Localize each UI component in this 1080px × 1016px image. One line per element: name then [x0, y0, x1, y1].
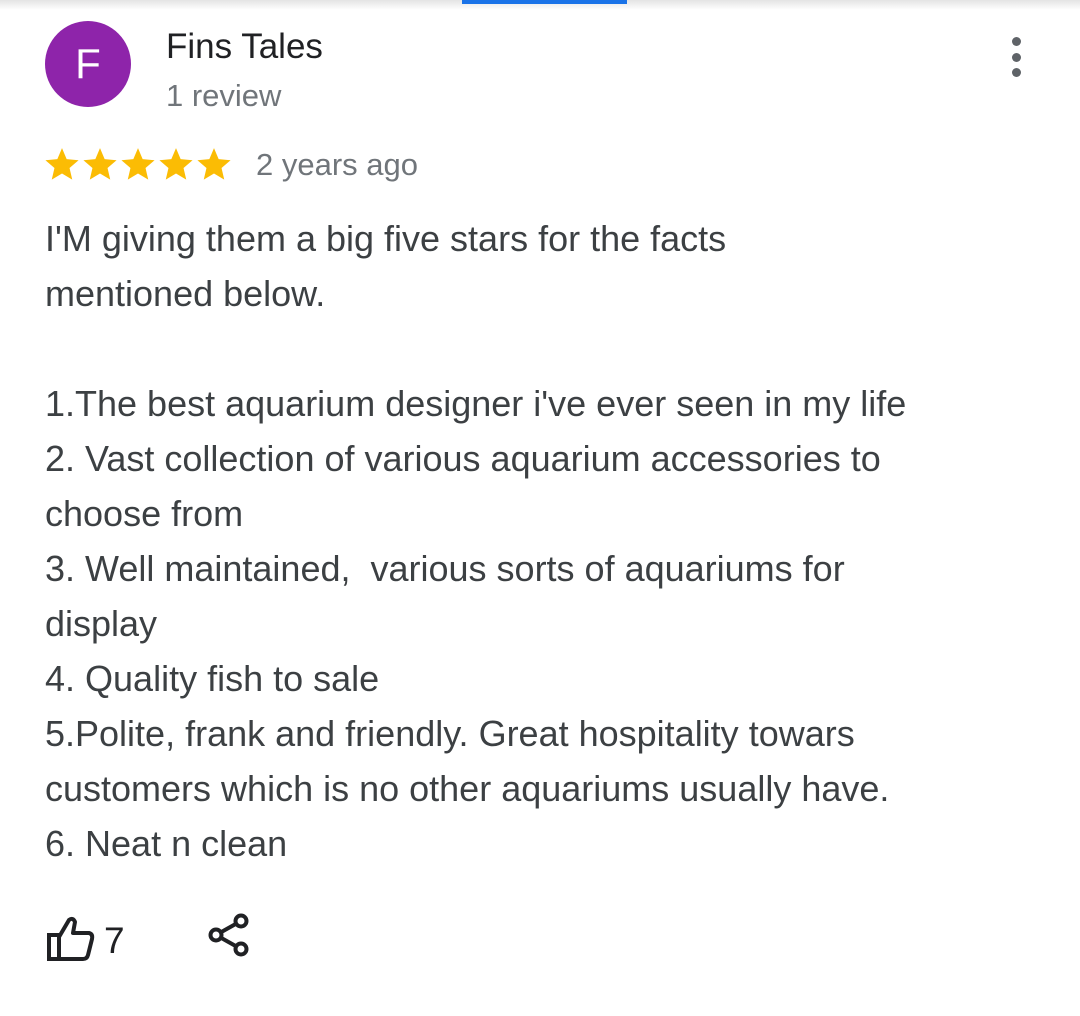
review-line: 6. Neat n clean [45, 823, 288, 864]
more-vert-icon-dot [1011, 68, 1021, 77]
avatar-letter: F [75, 40, 101, 87]
more-vert-icon-dot [1011, 52, 1021, 62]
review-blank-line [45, 321, 1045, 376]
reviewer-review-count: 1 review [166, 78, 282, 113]
review-line: 5.Polite, frank and friendly. Great hosp… [45, 713, 855, 754]
star-icon [159, 148, 193, 180]
review-age: 2 years ago [256, 147, 418, 182]
review-line: choose from [45, 493, 244, 534]
more-vert-icon-dot [1011, 37, 1021, 46]
like-count: 7 [104, 920, 125, 961]
star-icon [83, 148, 117, 180]
star-icon [197, 148, 231, 180]
star-icon [45, 148, 79, 180]
star-icon [121, 148, 155, 180]
review-line: 4. Quality fish to sale [45, 658, 380, 699]
reviewer-name[interactable]: Fins Tales [166, 27, 323, 67]
active-tab-indicator [462, 0, 627, 4]
review-line: 3. Well maintained, various sorts of aqu… [45, 548, 845, 589]
thumb-up-icon[interactable] [46, 915, 96, 963]
avatar[interactable]: F [45, 21, 131, 107]
review-line: 1.The best aquarium designer i've ever s… [45, 383, 907, 424]
review-line: display [45, 603, 158, 644]
review-line: customers which is no other aquariums us… [45, 768, 890, 809]
review-line: 2. Vast collection of various aquarium a… [45, 438, 881, 479]
review-line: mentioned below. [45, 273, 326, 314]
more-options-button[interactable] [995, 33, 1037, 81]
star-rating [43, 142, 233, 186]
review-text: I'M giving them a big five stars for the… [45, 211, 1045, 871]
review-line: I'M giving them a big five stars for the… [45, 218, 727, 259]
share-icon[interactable] [207, 912, 253, 958]
